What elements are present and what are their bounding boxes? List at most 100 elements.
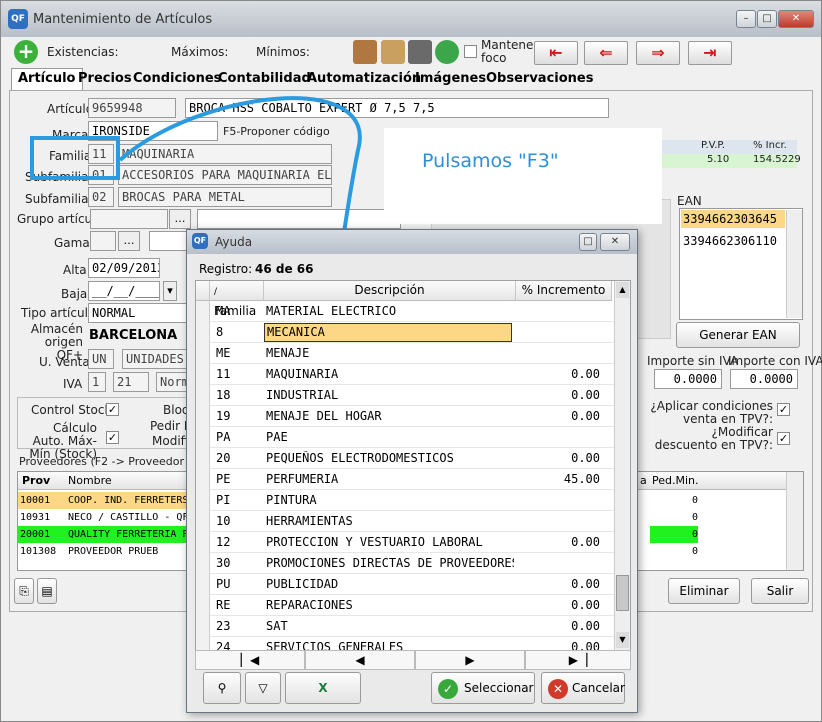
familia-desc: PINTURA (266, 493, 317, 507)
familia-desc: MAQUINARIA (266, 367, 339, 381)
col-descripcion-header[interactable]: Descripción (264, 281, 516, 301)
table-row[interactable]: 20 PEQUEÑOS ELECTRODOMESTICOS 0.00 (196, 448, 614, 469)
row-indicator (196, 532, 210, 553)
scroll-down-icon[interactable]: ▼ (616, 632, 629, 648)
table-body: MA MATERIAL ELECTRICO 8 MECANICA ME MENAJE 11 M… (196, 301, 614, 651)
table-row[interactable]: 10 HERRAMIENTAS (196, 511, 614, 532)
familia-code: 20 (216, 451, 231, 465)
familia-desc: MATERIAL ELECTRICO (266, 304, 397, 318)
familia-desc: PEQUEÑOS ELECTRODOMESTICOS (266, 451, 454, 465)
row-indicator (196, 406, 210, 427)
familia-incremento: 0.00 (571, 577, 600, 591)
row-indicator (196, 385, 210, 406)
cancelar-label: Cancelar (572, 681, 625, 695)
dialog-maximize-button[interactable]: □ (579, 233, 597, 251)
familia-incremento: 0.00 (571, 451, 600, 465)
familia-desc: PUBLICIDAD (266, 577, 339, 591)
col-familia-header[interactable]: ∕ Familia (210, 281, 264, 318)
familia-code: 8 (216, 325, 224, 339)
familia-incremento: 0.00 (571, 388, 600, 402)
familia-desc: INDUSTRIAL (266, 388, 339, 402)
ayuda-dialog: QF Ayuda □ ✕ Registro: 46 de 66 ∕ Famili… (186, 229, 638, 713)
familia-code: RE (216, 598, 231, 612)
dialog-title-bar: QF Ayuda □ ✕ (187, 230, 637, 254)
familia-code: 10 (216, 514, 231, 528)
table-row[interactable]: 8 MECANICA (196, 322, 614, 343)
cancelar-button[interactable]: ✕ Cancelar (541, 672, 625, 704)
registro-value: 46 de 66 (255, 262, 314, 276)
familia-desc: REPARACIONES (266, 598, 353, 612)
familia-code: PI (216, 493, 231, 507)
registro-label: Registro: (199, 262, 253, 276)
familia-code: 30 (216, 556, 231, 570)
table-row[interactable]: 12 PROTECCION Y VESTUARIO LABORAL 0.00 (196, 532, 614, 553)
dialog-title: Ayuda (215, 235, 253, 249)
scroll-up-icon[interactable]: ▲ (616, 282, 629, 298)
row-indicator (196, 553, 210, 574)
table-row[interactable]: PE PERFUMERIA 45.00 (196, 469, 614, 490)
familia-code: 19 (216, 409, 231, 423)
row-indicator (196, 574, 210, 595)
dialog-close-button[interactable]: ✕ (600, 233, 630, 251)
first-page-button[interactable]: ▏◀ (195, 650, 305, 670)
familia-code: 12 (216, 535, 231, 549)
familia-desc: HERRAMIENTAS (266, 514, 353, 528)
cancel-icon: ✕ (548, 679, 568, 699)
row-indicator (196, 490, 210, 511)
table-row[interactable]: PA PAE (196, 427, 614, 448)
familia-code: PA (216, 430, 231, 444)
familia-code: 23 (216, 619, 231, 633)
familia-incremento: 0.00 (571, 619, 600, 633)
row-indicator (196, 469, 210, 490)
seleccionar-button[interactable]: ✓ Seleccionar (431, 672, 535, 704)
familia-code: MA (216, 304, 231, 318)
table-row[interactable]: MA MATERIAL ELECTRICO (196, 301, 614, 322)
table-row[interactable]: 19 MENAJE DEL HOGAR 0.00 (196, 406, 614, 427)
row-indicator (196, 301, 210, 322)
col-incremento-header[interactable]: % Incremento (516, 281, 612, 301)
row-indicator (196, 616, 210, 637)
table-row[interactable]: 11 MAQUINARIA 0.00 (196, 364, 614, 385)
table-row[interactable]: PI PINTURA (196, 490, 614, 511)
table-scrollbar[interactable]: ▲ ▼ (614, 281, 630, 651)
familia-desc: MECANICA (264, 323, 512, 342)
familia-incremento: 0.00 (571, 367, 600, 381)
check-icon: ✓ (438, 679, 458, 699)
row-indicator (196, 343, 210, 364)
row-indicator (196, 364, 210, 385)
excel-icon[interactable]: X (285, 672, 361, 704)
familia-desc: MENAJE DEL HOGAR (266, 409, 382, 423)
familia-code: PU (216, 577, 231, 591)
dialog-logo-icon: QF (192, 233, 208, 249)
familia-incremento: 0.00 (571, 598, 600, 612)
table-row[interactable]: 18 INDUSTRIAL 0.00 (196, 385, 614, 406)
table-row[interactable]: 23 SAT 0.00 (196, 616, 614, 637)
familia-code: 18 (216, 388, 231, 402)
familia-code: ME (216, 346, 231, 360)
familia-code: 11 (216, 367, 231, 381)
familia-incremento: 0.00 (571, 409, 600, 423)
row-indicator (196, 511, 210, 532)
table-row[interactable]: RE REPARACIONES 0.00 (196, 595, 614, 616)
familia-desc: PROTECCION Y VESTUARIO LABORAL (266, 535, 483, 549)
seleccionar-label: Seleccionar (464, 681, 534, 695)
row-indicator (196, 448, 210, 469)
table-row[interactable]: PU PUBLICIDAD 0.00 (196, 574, 614, 595)
familia-code: PE (216, 472, 231, 486)
familia-desc: MENAJE (266, 346, 310, 360)
table-row[interactable]: 30 PROMOCIONES DIRECTAS DE PROVEEDORES (196, 553, 614, 574)
familia-desc: PAE (266, 430, 288, 444)
prev-page-button[interactable]: ◀ (305, 650, 415, 670)
row-indicator (196, 595, 210, 616)
binoculars-icon[interactable]: ⚲ (203, 672, 241, 704)
last-page-button[interactable]: ▶▕ (525, 650, 631, 670)
row-indicator (196, 322, 210, 343)
familia-desc: SAT (266, 619, 288, 633)
table-row[interactable]: ME MENAJE (196, 343, 614, 364)
familia-incremento: 0.00 (571, 535, 600, 549)
next-page-button[interactable]: ▶ (415, 650, 525, 670)
scroll-thumb[interactable] (616, 575, 629, 611)
familia-table: ∕ Familia Descripción % Incremento MA MAT… (195, 280, 631, 652)
familia-desc: PERFUMERIA (266, 472, 339, 486)
filter-icon[interactable]: ▽ (245, 672, 281, 704)
